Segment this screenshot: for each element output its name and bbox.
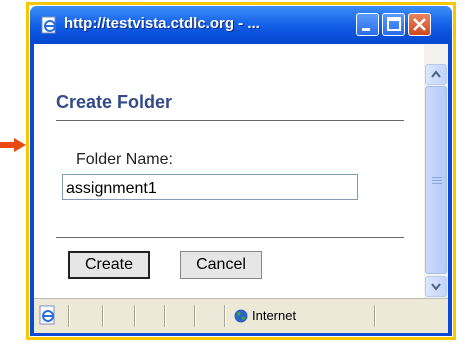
maximize-icon [387, 17, 401, 31]
cancel-button[interactable]: Cancel [180, 251, 262, 279]
ie-page-icon [39, 305, 55, 325]
grip-line [432, 177, 442, 178]
maximize-button[interactable] [382, 13, 405, 36]
folder-name-label: Folder Name: [76, 151, 173, 168]
vertical-scrollbar[interactable] [424, 44, 448, 298]
status-separator [68, 305, 70, 327]
status-separator [134, 305, 136, 327]
scroll-up-button[interactable] [425, 64, 447, 85]
close-button[interactable] [408, 13, 431, 36]
pointer-arrow-icon [0, 138, 26, 152]
scroll-thumb[interactable] [425, 86, 447, 274]
ie-page-icon [41, 16, 56, 34]
status-bar: Internet [34, 298, 448, 333]
chevron-down-icon [431, 283, 441, 291]
divider [56, 120, 404, 121]
status-separator [164, 305, 166, 327]
scroll-down-button[interactable] [425, 276, 447, 297]
create-button[interactable]: Create [68, 251, 150, 279]
status-separator [374, 305, 376, 327]
grip-line [432, 183, 442, 184]
close-icon [413, 18, 426, 31]
zone-label: Internet [252, 308, 297, 323]
status-separator [102, 305, 104, 327]
globe-icon [234, 309, 248, 323]
status-separator [194, 305, 196, 327]
status-separator [224, 305, 226, 327]
minimize-icon [362, 28, 370, 31]
folder-name-input[interactable] [62, 174, 358, 200]
popup-window: http://testvista.ctdlc.org - ... Create … [30, 6, 452, 336]
chevron-up-icon [431, 70, 441, 78]
title-bar[interactable]: http://testvista.ctdlc.org - ... [30, 6, 452, 44]
minimize-button[interactable] [356, 13, 379, 36]
window-title: http://testvista.ctdlc.org - ... [64, 15, 260, 32]
grip-line [432, 180, 442, 181]
divider [56, 237, 404, 238]
dialog-content: Create Folder Folder Name: Create Cancel [34, 44, 448, 298]
dialog-heading: Create Folder [56, 92, 173, 112]
